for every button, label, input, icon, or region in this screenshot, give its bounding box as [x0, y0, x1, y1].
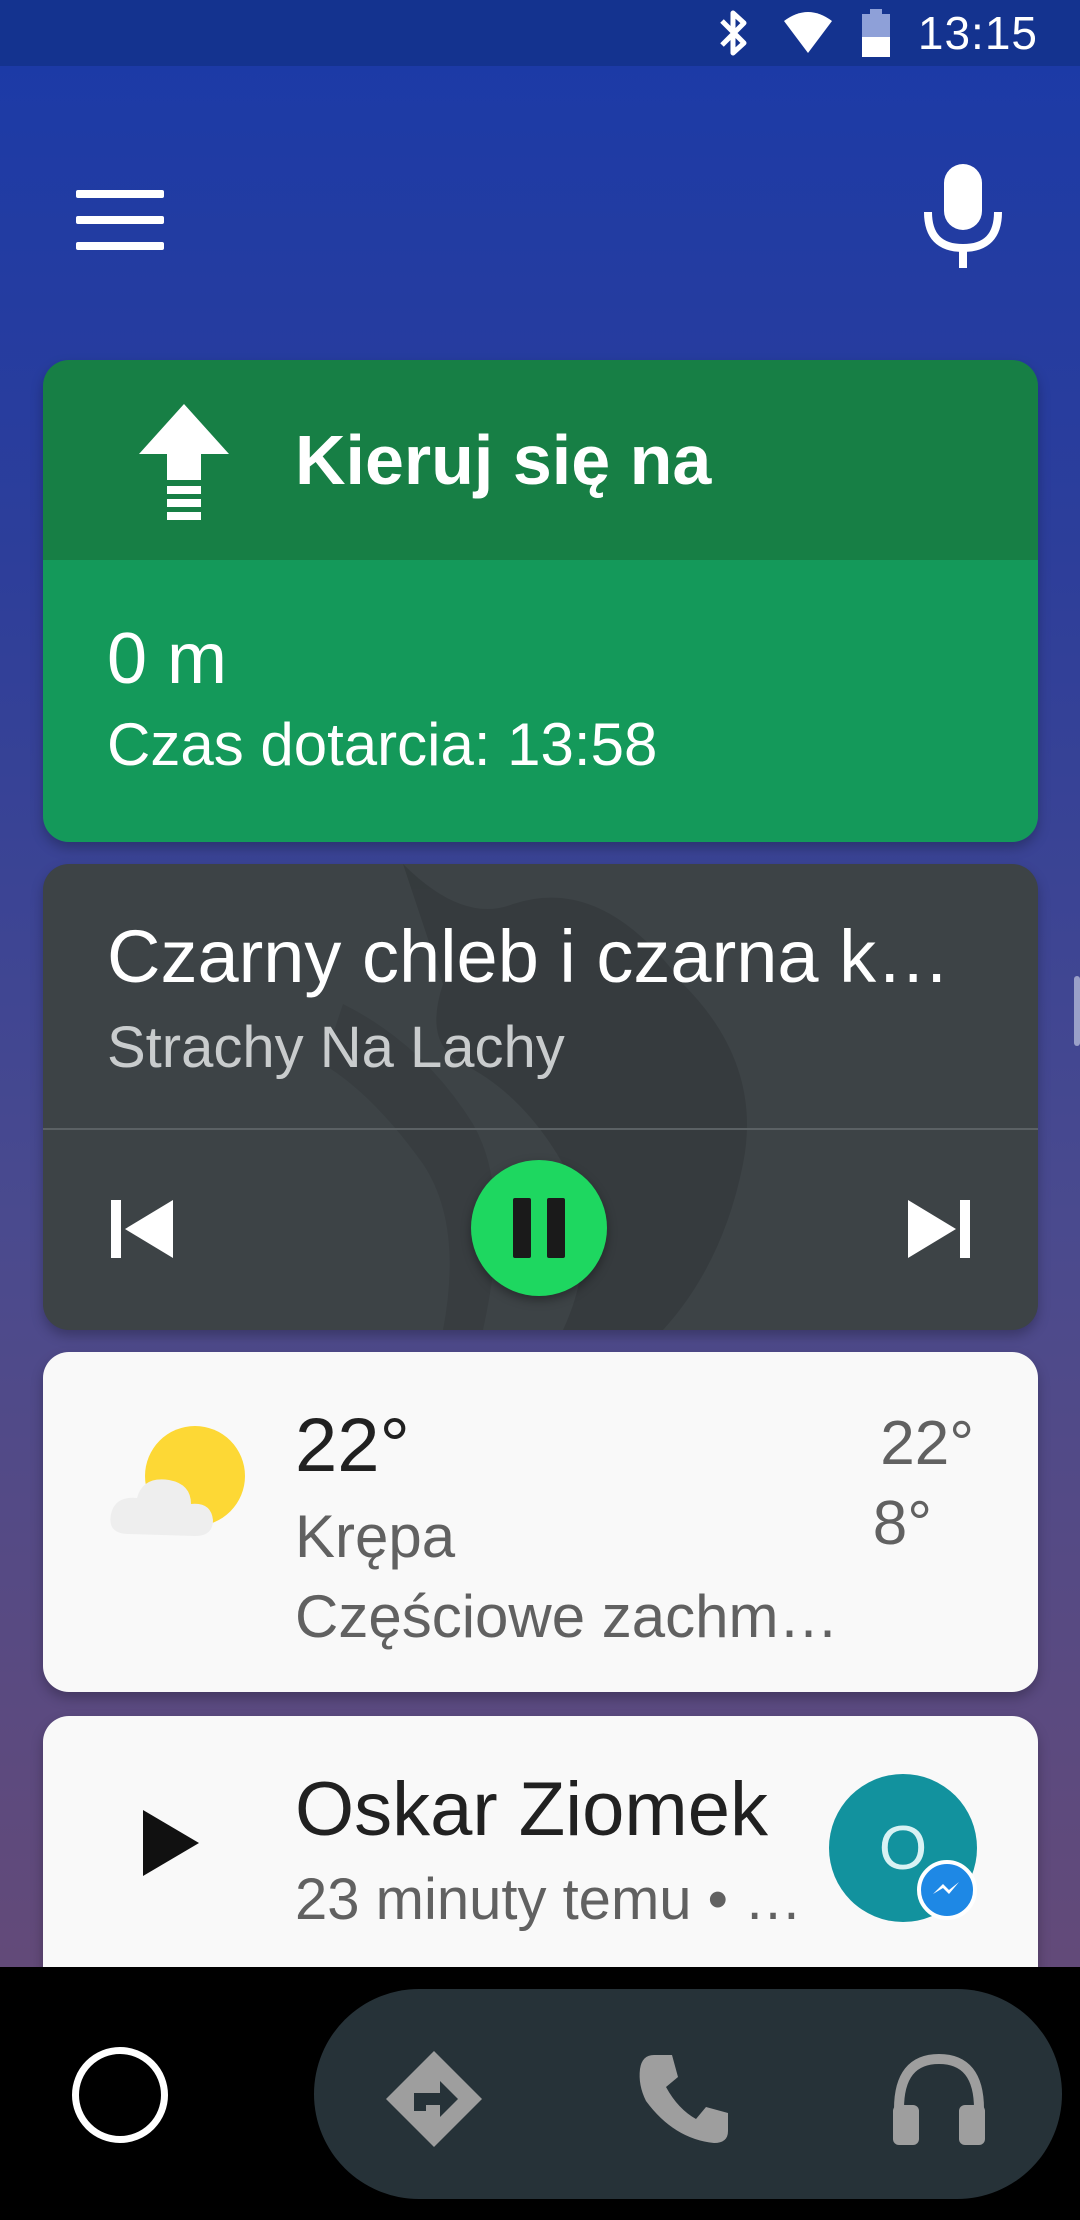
battery-icon: [861, 9, 890, 57]
menu-button[interactable]: [76, 182, 166, 252]
track-artist: Strachy Na Lachy: [107, 1015, 565, 1080]
status-time: 13:15: [917, 7, 1038, 59]
wifi-icon: [783, 12, 832, 53]
partly-cloudy-icon: [110, 1426, 245, 1536]
weather-low: 8°: [872, 1489, 932, 1558]
weather-city: Krępa: [295, 1503, 456, 1570]
track-title: Czarny chleb i czarna ka…: [107, 915, 987, 998]
weather-temperature: 22°: [295, 1403, 410, 1488]
media-divider: [43, 1128, 1038, 1130]
headphones-icon[interactable]: [889, 2049, 989, 2149]
scroll-handle[interactable]: [1074, 976, 1080, 1046]
navigation-card[interactable]: Kieruj się na 0 m Czas dotarcia: 13:58: [43, 360, 1038, 842]
microphone-icon[interactable]: [918, 160, 1008, 270]
messenger-icon: [917, 1860, 977, 1920]
pause-icon: [513, 1198, 531, 1258]
bluetooth-icon: [720, 10, 747, 56]
navigation-instruction: Kieruj się na: [295, 421, 712, 499]
navigation-header: Kieruj się na: [43, 360, 1038, 560]
navigation-body: 0 m Czas dotarcia: 13:58: [43, 560, 1038, 842]
app-launcher-pill: [314, 1989, 1062, 2199]
bottom-navigation: [0, 1967, 1080, 2220]
weather-description: Częściowe zachmu…: [295, 1583, 855, 1650]
play-icon[interactable]: [141, 1808, 201, 1878]
phone-icon[interactable]: [634, 2049, 734, 2149]
previous-icon[interactable]: [107, 1194, 177, 1264]
pause-button[interactable]: [471, 1160, 607, 1296]
home-icon[interactable]: [72, 2047, 168, 2143]
message-time: 23 minuty temu • …: [295, 1867, 803, 1932]
navigation-eta: Czas dotarcia: 13:58: [107, 711, 658, 778]
status-bar: 13:15: [0, 0, 1080, 66]
avatar-letter: O: [878, 1813, 928, 1883]
navigation-distance: 0 m: [107, 619, 228, 699]
weather-high: 22°: [880, 1409, 974, 1478]
top-bar: [0, 160, 1080, 280]
message-sender: Oskar Ziomek: [295, 1767, 768, 1852]
arrow-straight-icon: [139, 404, 229, 520]
navigation-icon[interactable]: [384, 2049, 484, 2149]
next-icon[interactable]: [904, 1194, 974, 1264]
pause-icon: [547, 1198, 565, 1258]
weather-card[interactable]: 22° Krępa Częściowe zachmu… 22° 8°: [43, 1352, 1038, 1692]
media-card[interactable]: Czarny chleb i czarna ka… Strachy Na Lac…: [43, 864, 1038, 1330]
